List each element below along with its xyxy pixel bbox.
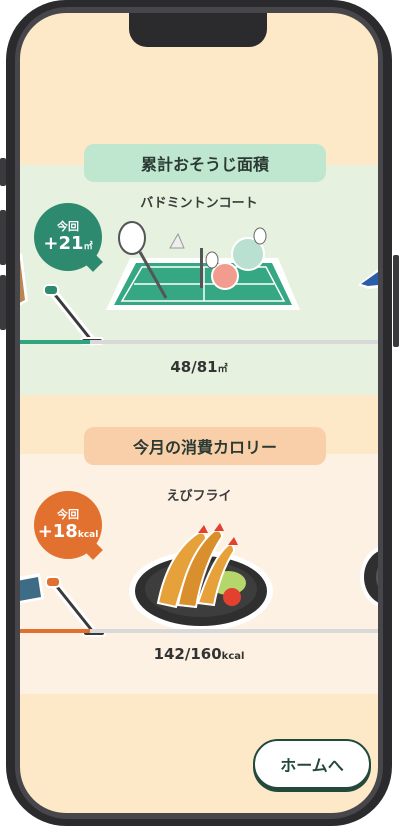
fried-shrimp-plate-icon [129,523,273,631]
area-progress-track [20,340,378,344]
badminton-court-icon [106,221,300,310]
area-progress-fill [20,340,90,344]
calorie-section-title: 今月の消費カロリー [84,427,326,465]
calorie-progress-current: 142 [153,645,185,663]
calorie-progress-unit: kcal [221,651,245,662]
bubble-value-unit: kcal [77,529,99,540]
screen: 累計おそうじ面積 バドミントンコート 今回 +21㎡ 48/81㎡ 今月の消費カ… [20,13,378,813]
bubble-value: +18kcal [37,520,99,545]
bubble-label: 今回 [57,507,79,521]
calorie-progress-total: 160 [190,645,222,663]
area-progress-current: 48 [170,358,192,376]
box-icon [20,253,28,306]
bubble-value-number: +21 [43,232,84,254]
next-item-icon [358,269,378,289]
calorie-progress-track [20,629,378,633]
calorie-increment-bubble: 今回 +18kcal [34,491,103,560]
bubble-value-number: +18 [37,520,78,542]
area-increment-bubble: 今回 +21㎡ [34,203,103,272]
bubble-value-unit: ㎡ [83,241,93,252]
calorie-progress-fill [20,629,90,633]
area-progress-text: 48/81㎡ [170,358,228,376]
notch [129,13,267,47]
area-progress-total: 81 [196,358,218,376]
next-plate-icon [360,547,378,607]
area-progress-unit: ㎡ [217,364,228,375]
power-button [393,255,399,347]
volume-button [0,158,6,186]
calorie-progress-text: 142/160kcal [153,645,245,663]
volume-button [0,275,6,330]
bubble-value: +21㎡ [43,232,93,257]
area-section-title: 累計おそうじ面積 [84,144,326,182]
volume-button [0,210,6,265]
home-button[interactable]: ホームへ [253,739,371,789]
bubble-label: 今回 [57,219,79,233]
